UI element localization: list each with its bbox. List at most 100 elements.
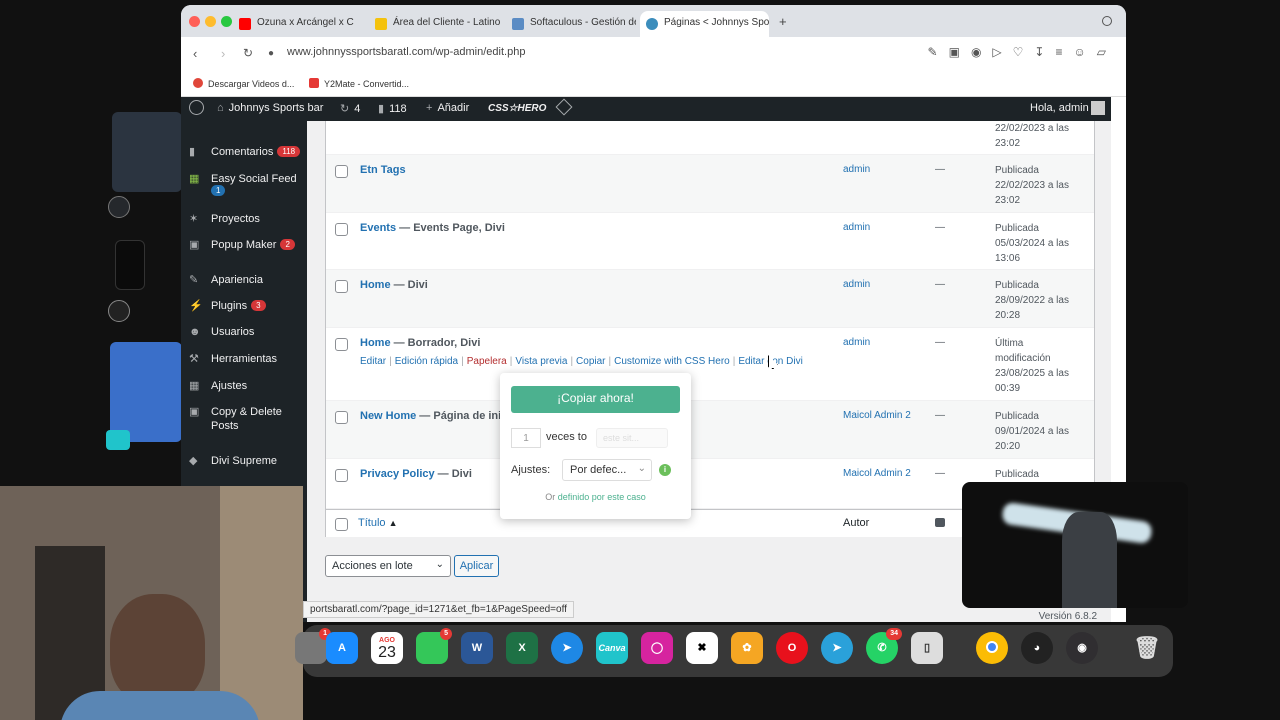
css-hero-link[interactable]: Customize with CSS Hero [614,356,730,367]
sidebar-item-ajustes[interactable]: ▦ Ajustes [189,379,247,392]
extensions-icon[interactable]: ▱ [1097,45,1106,59]
site-info-icon[interactable]: ● [268,48,274,59]
tab-youtube[interactable]: Ozuna x Arcángel x C [233,11,363,37]
tab-search-icon[interactable] [1102,16,1112,26]
copy-now-button[interactable]: ¡Copiar ahora! [511,386,680,413]
author-link[interactable]: Maicol Admin 2 [843,410,911,421]
add-new-link[interactable]: + Añadir [426,102,469,114]
row-checkbox[interactable] [335,280,348,293]
greeting[interactable]: Hola, admin [1030,102,1089,114]
sidebar-item-copy-delete-posts[interactable]: ▣ Copy & Delete Posts [189,405,299,433]
reload-icon[interactable]: ↻ [243,46,253,60]
profile-icon[interactable]: ☺ [1074,45,1086,59]
wordpress-logo-icon[interactable] [189,100,204,115]
updates-link[interactable]: ↻ 4 [340,102,360,115]
facetime-icon[interactable]: 5 [416,628,452,664]
page-title-link[interactable]: Privacy Policy — Divi [360,468,472,480]
word-icon[interactable]: W [461,632,493,664]
excel-icon[interactable]: X [506,632,538,664]
zoom-window-button[interactable] [221,16,232,27]
page-title-link[interactable]: Etn Tags [360,164,406,176]
sidebar-item-plugins[interactable]: ⚡ Plugins 3 [189,299,266,312]
obs-icon[interactable]: ◉ [1066,632,1098,664]
phone-mirror-icon[interactable]: ▯ [911,632,943,664]
minimize-window-button[interactable] [205,16,216,27]
canva-desktop-thumbnail[interactable] [106,430,130,450]
obs-desktop-icon[interactable] [108,196,130,218]
sidebar-item-comentarios[interactable]: ▮ Comentarios 118 [189,145,301,158]
sidebar-item-popup-maker[interactable]: ▣ Popup Maker 2 [189,238,295,251]
row-checkbox[interactable] [335,165,348,178]
author-link[interactable]: Maicol Admin 2 [843,468,911,479]
row-checkbox[interactable] [335,338,348,351]
tab-cliente[interactable]: Área del Cliente - Latino [369,11,504,37]
author-link[interactable]: admin [843,279,870,290]
sidebar-item-herramientas[interactable]: ⚒ Herramientas [189,352,277,365]
author-link[interactable]: admin [843,222,870,233]
opera-icon[interactable]: O [776,632,808,664]
app-store-icon[interactable]: A [326,632,358,664]
sidebar-item-proyectos[interactable]: ✶ Proyectos [189,212,260,225]
tab-paginas[interactable]: Páginas < Johnnys Spor [640,11,769,37]
site-name-link[interactable]: ⌂ Johnnys Sports bar [217,102,323,114]
sidebar-item-divi-supreme[interactable]: ◆ Divi Supreme [189,454,277,467]
tab-softaculous[interactable]: Softaculous - Gestión de [506,11,636,37]
sidebar-item-easy-social-feed[interactable]: ▦ Easy Social Feed 1 [189,172,297,197]
capcut-icon[interactable]: ✖ [686,632,718,664]
telegram-icon[interactable]: ➤ [821,632,853,664]
page-title-link[interactable]: Home — Borrador, Divi [360,337,480,349]
apply-button[interactable]: Aplicar [454,555,499,577]
comment-column-icon[interactable] [935,518,945,527]
sidebar-item-usuarios[interactable]: ☻ Usuarios [189,326,254,338]
download-icon[interactable]: ↧ [1034,45,1044,59]
quick-edit-link[interactable]: Edición rápida [395,356,458,367]
camera-icon[interactable]: ▣ [949,45,960,59]
bulk-actions-select[interactable]: Acciones en lote ⌄ [325,555,451,577]
safari-icon[interactable]: ➤ [551,632,583,664]
defined-by-this-case-link[interactable]: definido por este caso [558,492,646,502]
canva-icon[interactable]: Canva [596,632,628,664]
row-checkbox[interactable] [335,411,348,424]
bookmark-descargar[interactable]: Descargar Videos d... [193,78,294,89]
new-tab-button[interactable]: + [779,14,787,29]
select-all-checkbox[interactable] [335,518,348,531]
web-thumbnail[interactable] [110,342,182,442]
close-window-button[interactable] [189,16,200,27]
destination-select[interactable]: este sit... [596,428,668,448]
share-icon[interactable]: ✎ [928,45,938,59]
page-title-link[interactable]: Home — Divi [360,279,428,291]
chrome-icon[interactable] [976,632,1008,664]
play-icon[interactable]: ▷ [992,45,1001,59]
preview-link[interactable]: Vista previa [515,356,567,367]
copy-count-input[interactable]: 1 [511,428,541,448]
speedtest-icon[interactable]: ◕ [1021,632,1053,664]
info-icon[interactable]: i [659,464,671,476]
page-title-link[interactable]: Events — Events Page, Divi [360,222,505,234]
page-title-link[interactable]: New Home — Página de inic [360,410,507,422]
row-checkbox[interactable] [335,469,348,482]
author-link[interactable]: admin [843,337,870,348]
whatsapp-icon[interactable]: ✆ 34 [866,628,902,664]
sidebar-item-apariencia[interactable]: ✎ Apariencia [189,273,263,286]
edit-link[interactable]: Editar [360,356,386,367]
divi-icon[interactable] [555,98,573,116]
author-link[interactable]: admin [843,164,870,175]
url-field[interactable]: www.johnnyssportsbaratl.com/wp-admin/edi… [287,46,525,58]
trash-icon[interactable]: 🗑 [1131,632,1163,664]
shield-icon[interactable]: ◉ [971,45,981,59]
speedtest-desktop-icon[interactable] [108,300,130,322]
calendar-icon[interactable]: AGO 23 [371,632,403,664]
back-icon[interactable]: ‹ [193,46,197,61]
settings-select[interactable]: Por defec... ⌄ [562,459,652,481]
row-checkbox[interactable] [335,223,348,236]
trash-link[interactable]: Papelera [467,356,507,367]
menu-icon[interactable]: ≡ [1055,45,1062,59]
desktop-thumbnail[interactable] [112,112,182,192]
avatar[interactable] [1091,101,1105,115]
phone-thumbnail[interactable] [115,240,145,290]
copy-link[interactable]: Copiar [576,356,605,367]
title-column-header[interactable]: Título ▲ [358,517,398,529]
forward-icon[interactable]: › [221,46,225,61]
instagram-icon[interactable]: ◯ [641,632,673,664]
comments-link[interactable]: ▮ 118 [378,102,407,115]
